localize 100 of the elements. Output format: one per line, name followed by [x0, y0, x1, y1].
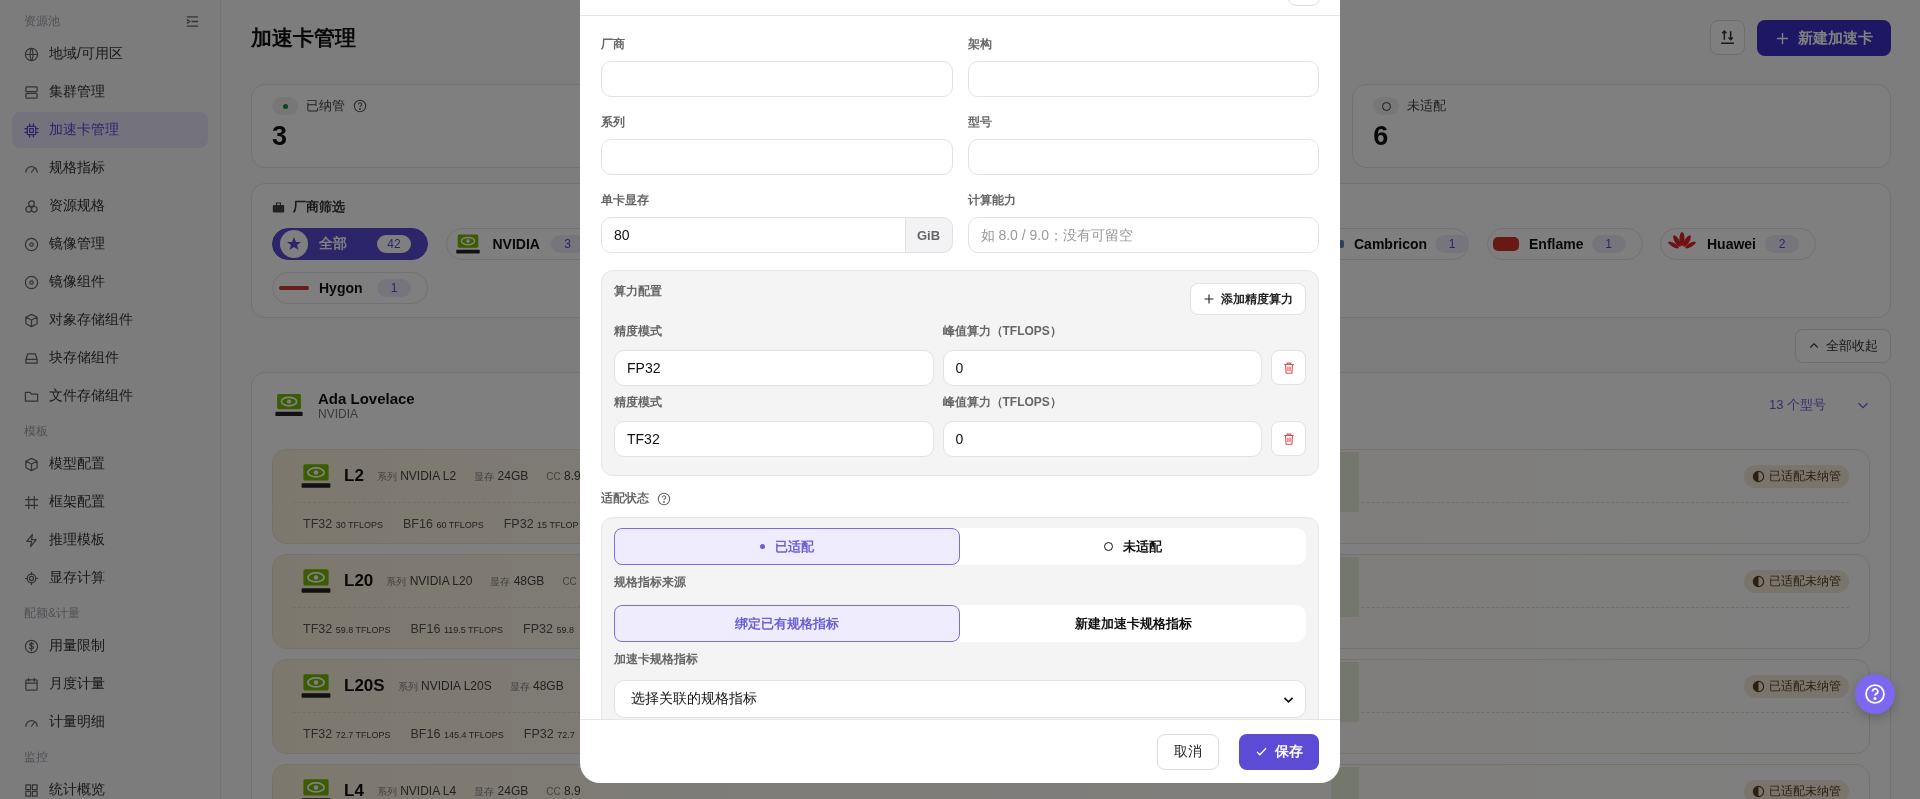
performance-tag: TF32 30 TFLOPS [303, 517, 383, 531]
upload-icon [1719, 29, 1736, 46]
nvidia-logo-icon [272, 392, 306, 418]
performance-tag: TF32 59.8 TFLOPS [303, 622, 391, 636]
field-label: 系列 [601, 114, 626, 131]
help-icon [657, 491, 671, 506]
delete-button[interactable] [1271, 350, 1306, 385]
performance-tag: BF16 119.5 TFLOPS [410, 622, 504, 636]
performance-tag: FP32 15 TFLOP [503, 517, 579, 531]
card-model-name: L4 [344, 781, 364, 799]
menu-collapse-icon [185, 13, 200, 29]
disc-icon [24, 236, 39, 252]
collapse-all-button[interactable]: 全部收起 [1795, 329, 1891, 363]
check-icon [1255, 745, 1268, 758]
status-badge: 已适配未纳管 [1744, 779, 1849, 799]
performance-tag: FP32 72.7 [523, 727, 575, 741]
export-button[interactable] [1710, 20, 1745, 55]
field-label: 厂商 [601, 36, 626, 53]
input-field[interactable] [967, 139, 1319, 175]
status-ring-icon [1373, 97, 1400, 115]
vendor-chip[interactable]: 全部 42 [272, 228, 428, 260]
field-label: 规格指标来源 [614, 574, 687, 591]
sidebar-item[interactable]: 地域/可用区 [12, 36, 208, 72]
panel-title: 算力配置 [614, 283, 662, 300]
input-field[interactable] [601, 61, 953, 97]
vendor-chip[interactable]: Hygon 1 [272, 272, 428, 304]
input-field[interactable]: 0 [942, 421, 1262, 457]
count-badge: 42 [377, 235, 411, 253]
cubes-icon [24, 198, 39, 214]
segment-option[interactable]: 绑定已有规格指标 [614, 605, 960, 642]
field-label: 单卡显存 [601, 192, 650, 209]
performance-tag: FP32 59.8 [523, 622, 574, 636]
sidebar-item[interactable]: 加速卡管理 [12, 112, 208, 148]
plus-icon [1203, 293, 1215, 305]
sidebar-item[interactable]: 对象存储组件 [12, 302, 208, 338]
sidebar-item[interactable]: 推理模板 [12, 522, 208, 558]
cube-icon [24, 456, 39, 472]
delete-button[interactable] [1271, 421, 1306, 456]
sidebar-item[interactable]: 用量限制 [12, 628, 208, 664]
status-badge: 已适配未纳管 [1744, 569, 1849, 593]
trash-icon [1281, 431, 1296, 446]
help-icon [1864, 683, 1886, 705]
sidebar-item[interactable]: 模型配置 [12, 446, 208, 482]
input-field[interactable]: 80 [601, 217, 906, 253]
input-field[interactable]: TF32 [614, 421, 934, 457]
trash-icon [1281, 360, 1296, 375]
performance-tag: BF16 60 TFLOPS [403, 517, 484, 531]
briefcase-icon [272, 200, 285, 214]
save-button[interactable]: 保存 [1239, 733, 1319, 770]
field-label: 适配状态 [601, 490, 649, 507]
sidebar-item[interactable]: 镜像组件 [12, 264, 208, 300]
vendor-chip[interactable]: Enflame 1 [1486, 228, 1643, 260]
sidebar-item[interactable]: 计量明细 [12, 704, 208, 740]
vendor-chip[interactable]: Huawei 2 [1660, 228, 1816, 260]
card-model-name: L2 [344, 466, 364, 486]
sidebar-collapse-button[interactable] [185, 13, 200, 29]
sidebar-item[interactable]: 镜像管理 [12, 226, 208, 262]
half-circle-icon [1752, 469, 1765, 483]
input-field[interactable]: 0 [942, 350, 1262, 386]
stat-value: 6 [1373, 121, 1389, 152]
performance-tag: TF32 72.7 TFLOPS [303, 727, 391, 741]
input-field[interactable] [601, 139, 953, 175]
chip-icon [24, 122, 39, 138]
sidebar-item[interactable]: 文件存储组件 [12, 378, 208, 414]
sidebar-item[interactable]: 月度计量 [12, 666, 208, 702]
card-model-name: L20S [344, 676, 385, 696]
status-badge: 已适配未纳管 [1744, 674, 1849, 698]
spec-tag: CC 8.9 [546, 469, 581, 483]
segment-option[interactable]: 已适配 [614, 528, 960, 565]
field-label: 计算能力 [967, 192, 1017, 209]
sidebar-item[interactable]: 显存计算 [12, 560, 208, 596]
count-badge: 1 [1591, 235, 1626, 253]
input-field[interactable] [967, 61, 1319, 97]
server-icon [24, 84, 39, 100]
input-field[interactable]: 如 8.0 / 9.0；没有可留空 [967, 217, 1319, 253]
stat-value: 3 [272, 121, 288, 152]
architecture-name: Ada Lovelace [318, 389, 415, 407]
segment-option[interactable]: 未适配 [960, 528, 1306, 565]
sidebar-item[interactable]: 规格指标 [12, 150, 208, 186]
page-title: 加速卡管理 [251, 25, 356, 51]
card-model-name: L20 [344, 571, 374, 591]
stat-label: 未适配 [1407, 97, 1447, 115]
count-badge: 1 [1435, 235, 1470, 253]
cancel-button[interactable]: 取消 [1157, 733, 1219, 770]
add-precision-button[interactable]: 添加精度算力 [1190, 283, 1306, 315]
field-label: 峰值算力（TFLOPS） [942, 394, 1063, 411]
vendor-filter-title: 厂商筛选 [293, 198, 345, 216]
field-label: 加速卡规格指标 [614, 651, 699, 668]
sidebar-item[interactable]: 框架配置 [12, 484, 208, 520]
input-field[interactable]: FP32 [614, 350, 934, 386]
sidebar-item[interactable]: 资源规格 [12, 188, 208, 224]
sidebar-item[interactable]: 统计概览 [12, 772, 208, 799]
select-field[interactable]: 选择关联的规格指标 [614, 680, 1306, 718]
sidebar-item[interactable]: 块存储组件 [12, 340, 208, 376]
vendor-logo-icon [1492, 234, 1521, 254]
sidebar-item[interactable]: 集群管理 [12, 74, 208, 110]
half-circle-icon [1752, 784, 1765, 798]
segment-option[interactable]: 新建加速卡规格指标 [960, 605, 1306, 642]
help-icon [353, 99, 367, 113]
new-card-button[interactable]: 新建加速卡 [1757, 20, 1891, 56]
